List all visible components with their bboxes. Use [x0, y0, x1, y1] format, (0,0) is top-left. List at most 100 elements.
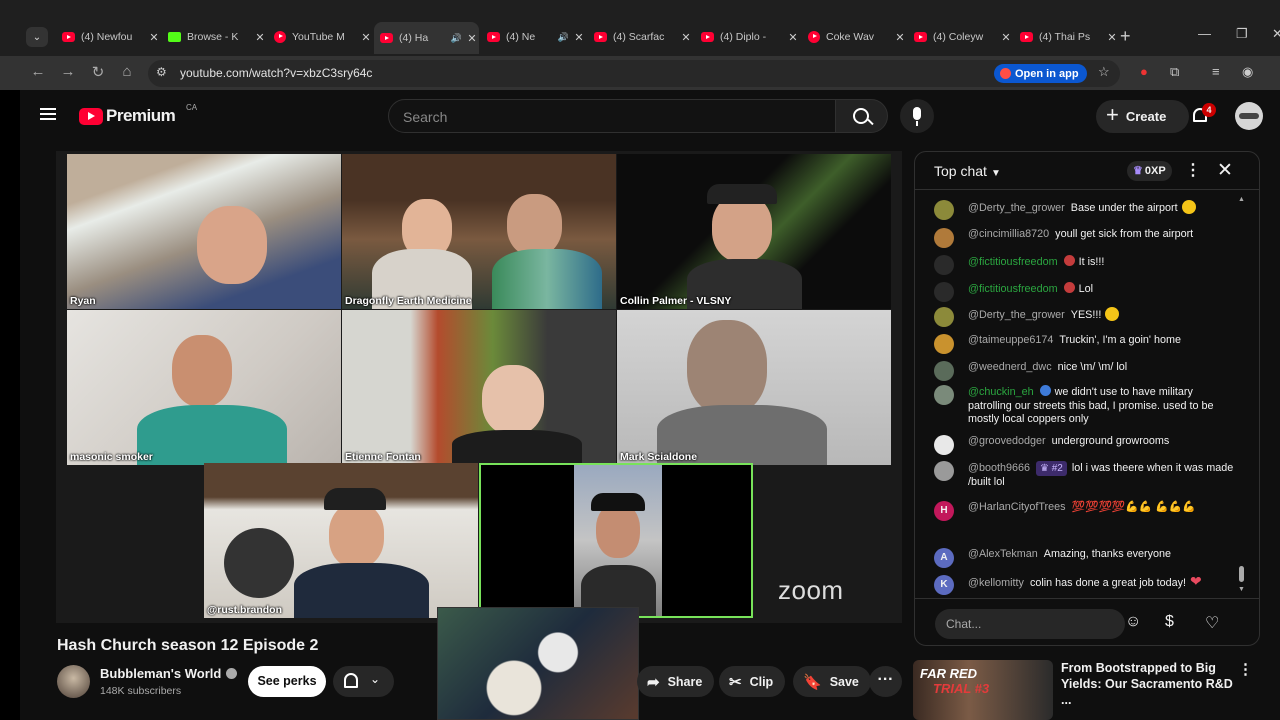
message-author[interactable]: @AlexTekman — [968, 548, 1038, 560]
restore-icon[interactable]: ❐ — [1236, 26, 1248, 42]
message-author[interactable]: @cincimillia8720 — [968, 228, 1049, 240]
reload-icon[interactable]: ↻ — [88, 63, 108, 81]
user-avatar[interactable] — [934, 334, 954, 354]
tab-9[interactable]: (4) Coleyw ✕ — [908, 24, 1013, 50]
account-avatar[interactable] — [1235, 102, 1263, 130]
top-chat-dropdown[interactable]: Top chat ▼ — [934, 163, 1001, 179]
tab-3[interactable]: YouTube M ✕ — [268, 24, 373, 50]
bookmark-star-icon[interactable]: ☆ — [1098, 64, 1110, 80]
recommended-thumbnail[interactable]: FAR RED TRIAL #3 — [913, 660, 1053, 720]
more-actions-button[interactable]: ··· — [869, 666, 902, 697]
close-tab-icon[interactable]: ✕ — [679, 31, 693, 44]
recommended-more-icon[interactable]: ⋮ — [1238, 660, 1253, 678]
scroll-up-icon[interactable]: ▲ — [1238, 196, 1245, 203]
close-tab-icon[interactable]: ✕ — [893, 31, 907, 44]
scroll-down-icon[interactable]: ▼ — [1238, 586, 1245, 593]
tab-6[interactable]: (4) Scarfac ✕ — [588, 24, 693, 50]
media-controls-icon[interactable]: ≡ — [1212, 64, 1220, 79]
message-author[interactable]: @weednerd_dwc — [968, 361, 1052, 373]
tab-7[interactable]: (4) Diplo - ✕ — [695, 24, 800, 50]
message-author[interactable]: @booth9666 — [968, 462, 1030, 474]
user-avatar[interactable] — [934, 200, 954, 220]
close-tab-icon[interactable]: ✕ — [253, 31, 267, 44]
close-tab-icon[interactable]: ✕ — [1105, 31, 1119, 44]
message-author[interactable]: @Derty_the_grower — [968, 202, 1065, 214]
speaker-icon[interactable]: 🔊 — [451, 33, 462, 44]
user-avatar[interactable] — [934, 361, 954, 381]
message-author[interactable]: @kellomitty — [968, 577, 1024, 589]
super-chat-icon[interactable]: $ — [1165, 613, 1174, 631]
open-in-app-button[interactable]: Open in app — [994, 64, 1087, 83]
home-icon[interactable]: ⌂ — [117, 63, 137, 80]
close-tab-icon[interactable]: ✕ — [147, 31, 161, 44]
new-tab-button[interactable]: + — [1120, 26, 1131, 47]
emoji-picker-icon[interactable]: ☺ — [1125, 613, 1141, 631]
tab-10[interactable]: (4) Thai Ps ✕ — [1014, 24, 1119, 50]
user-avatar[interactable]: H — [934, 501, 954, 521]
user-avatar[interactable] — [934, 228, 954, 248]
close-chat-icon[interactable]: ✕ — [1217, 159, 1233, 182]
channel-name[interactable]: Bubbleman's World — [100, 666, 238, 681]
save-button[interactable]: 🔖 Save — [793, 666, 871, 697]
omnibox[interactable]: ⚙ youtube.com/watch?v=xbzC3sry64c — [148, 60, 1120, 87]
tab-2[interactable]: Browse - K ✕ — [162, 24, 267, 50]
speaker-icon[interactable]: 🔊 — [558, 32, 569, 43]
recommended-title[interactable]: From Bootstrapped to Big Yields: Our Sac… — [1061, 660, 1236, 708]
forward-icon[interactable]: → — [58, 63, 78, 80]
tab-4-active[interactable]: (4) Ha 🔊 ✕ — [374, 22, 479, 54]
close-window-icon[interactable]: ✕ — [1272, 26, 1280, 42]
message-author[interactable]: @chuckin_eh — [968, 386, 1034, 398]
picture-in-picture-overlay[interactable] — [437, 607, 639, 720]
heart-icon[interactable]: ♡ — [1205, 613, 1219, 633]
tab-5[interactable]: (4) Ne 🔊 ✕ — [481, 24, 586, 50]
close-tab-icon[interactable]: ✕ — [465, 32, 479, 45]
back-icon[interactable]: ← — [28, 63, 48, 80]
message-author[interactable]: @fictitiousfreedom — [968, 256, 1058, 268]
message-author[interactable]: @HarlanCityofTrees — [968, 501, 1066, 513]
minimize-icon[interactable]: — — [1198, 26, 1211, 41]
channel-avatar[interactable] — [57, 665, 90, 698]
close-tab-icon[interactable]: ✕ — [572, 31, 586, 44]
menu-icon[interactable] — [40, 108, 56, 120]
chat-more-icon[interactable]: ⋮ — [1185, 160, 1201, 180]
chat-input[interactable]: Chat... — [935, 609, 1125, 639]
close-tab-icon[interactable]: ✕ — [359, 31, 373, 44]
search-button[interactable] — [835, 99, 888, 133]
share-button[interactable]: ➦ Share — [637, 666, 715, 697]
user-avatar[interactable] — [934, 255, 954, 275]
notification-settings-button[interactable]: ⌄ — [333, 666, 394, 697]
tab-search-button[interactable]: ⌄ — [26, 27, 48, 47]
user-avatar[interactable] — [934, 282, 954, 302]
user-avatar[interactable] — [934, 307, 954, 327]
user-avatar[interactable]: A — [934, 548, 954, 568]
message-author[interactable]: @taimeuppe6174 — [968, 334, 1053, 346]
create-button[interactable]: + Create — [1096, 100, 1189, 133]
recommended-video[interactable]: FAR RED TRIAL #3 From Bootstrapped to Bi… — [913, 656, 1253, 720]
channel-name-text[interactable]: Bubbleman's World — [100, 666, 221, 681]
extensions-puzzle-icon[interactable]: ⧉ — [1170, 64, 1179, 80]
search-input[interactable]: Search — [388, 99, 836, 133]
user-avatar[interactable]: K — [934, 575, 954, 595]
profile-icon[interactable]: ◉ — [1242, 64, 1253, 80]
voice-search-icon[interactable] — [900, 99, 934, 133]
message-author[interactable]: @fictitiousfreedom — [968, 283, 1058, 295]
youtube-premium-logo[interactable]: Premium CA — [79, 103, 197, 126]
extension-icon[interactable]: ● — [1140, 64, 1148, 79]
clip-button[interactable]: ✂ Clip — [719, 666, 786, 697]
notifications-bell-icon[interactable]: 4 — [1190, 103, 1216, 126]
user-avatar[interactable] — [934, 435, 954, 455]
tab-8[interactable]: Coke Wav ✕ — [802, 24, 907, 50]
close-tab-icon[interactable]: ✕ — [786, 31, 800, 44]
user-avatar[interactable] — [934, 385, 954, 405]
message-author[interactable]: @groovedodger — [968, 435, 1046, 447]
chat-scrollbar[interactable]: ▲ ▼ — [1238, 196, 1246, 596]
user-avatar[interactable] — [934, 461, 954, 481]
message-author[interactable]: @Derty_the_grower — [968, 309, 1065, 321]
video-player[interactable]: Ryan Dragonfly Earth Medicine Collin Pal… — [56, 151, 902, 623]
url-text[interactable]: youtube.com/watch?v=xbzC3sry64c — [180, 66, 372, 80]
xp-badge[interactable]: ♛ 0XP — [1127, 161, 1172, 181]
see-perks-button[interactable]: See perks — [248, 666, 326, 697]
scrollbar-thumb[interactable] — [1239, 566, 1244, 582]
close-tab-icon[interactable]: ✕ — [999, 31, 1013, 44]
site-settings-icon[interactable]: ⚙ — [156, 65, 167, 79]
